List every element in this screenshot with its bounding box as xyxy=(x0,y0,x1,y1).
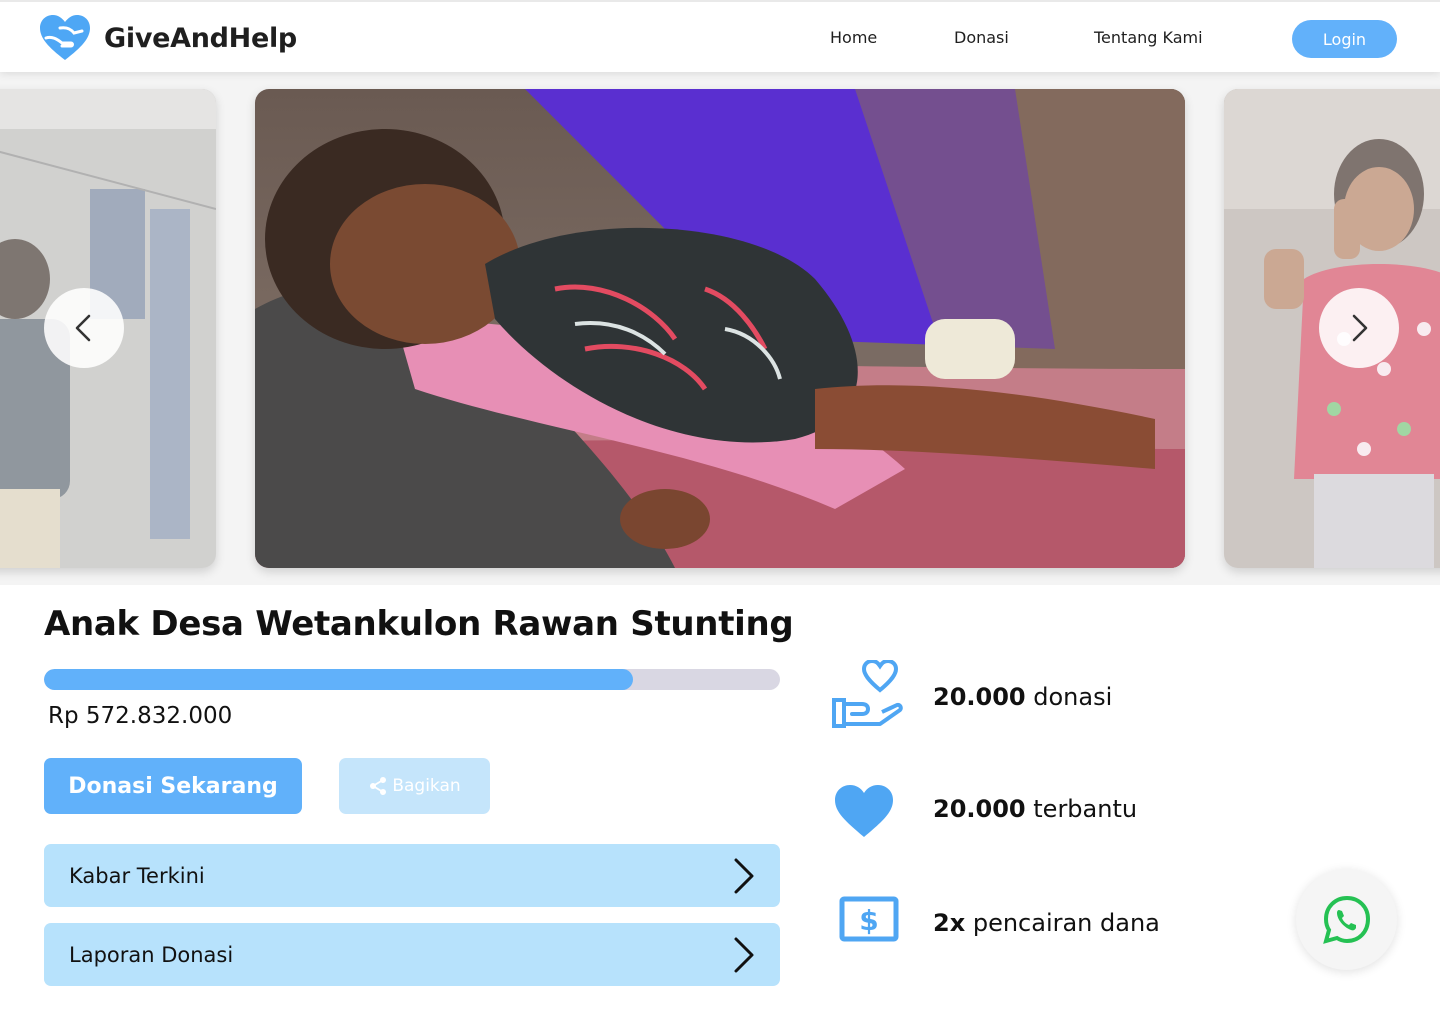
stat-beneficiaries-value: 20.000 xyxy=(933,795,1026,823)
carousel-prev-button[interactable] xyxy=(44,288,124,368)
brand-logo[interactable]: GiveAndHelp xyxy=(38,14,297,62)
stat-beneficiaries-label: terbantu xyxy=(1033,795,1138,823)
donation-report-label: Laporan Donasi xyxy=(69,942,234,967)
stat-beneficiaries: 20.000 terbantu xyxy=(933,795,1137,823)
share-button[interactable]: Bagikan xyxy=(339,758,490,814)
donation-progress-fill xyxy=(44,669,633,690)
stat-donations-value: 20.000 xyxy=(933,683,1026,711)
stat-disbursements: 2x pencairan dana xyxy=(933,909,1160,937)
chevron-right-icon xyxy=(734,937,754,972)
news-updates-accordion[interactable]: Kabar Terkini xyxy=(44,844,780,907)
carousel-next-button[interactable] xyxy=(1319,288,1399,368)
share-button-label: Bagikan xyxy=(392,776,461,796)
svg-text:$: $ xyxy=(859,904,878,937)
chevron-right-icon xyxy=(734,858,754,893)
campaign-title: Anak Desa Wetankulon Rawan Stunting xyxy=(44,604,794,644)
nav-home-link[interactable]: Home xyxy=(830,28,877,47)
stat-donations: 20.000 donasi xyxy=(933,683,1112,711)
nav-tentang-kami-link[interactable]: Tentang Kami xyxy=(1094,28,1203,47)
collected-amount: Rp 572.832.000 xyxy=(48,703,233,729)
login-button[interactable]: Login xyxy=(1292,20,1397,58)
news-updates-label: Kabar Terkini xyxy=(69,863,205,888)
chevron-left-icon xyxy=(75,314,91,342)
whatsapp-icon xyxy=(1322,895,1370,944)
stat-donations-label: donasi xyxy=(1033,683,1113,711)
heart-icon xyxy=(835,785,893,837)
heart-hands-logo-icon xyxy=(40,15,90,60)
stat-disbursements-value: 2x xyxy=(933,909,966,937)
donation-progress-bar xyxy=(44,669,780,690)
share-icon xyxy=(370,777,387,795)
donation-report-accordion[interactable]: Laporan Donasi xyxy=(44,923,780,986)
hand-heart-icon xyxy=(832,660,903,728)
donate-now-button[interactable]: Donasi Sekarang xyxy=(44,758,302,814)
cash-icon: $ xyxy=(839,896,899,942)
slide-image-stunting-child xyxy=(255,89,1185,568)
stat-disbursements-label: pencairan dana xyxy=(972,909,1160,937)
nav-donasi-link[interactable]: Donasi xyxy=(954,28,1009,47)
whatsapp-chat-button[interactable] xyxy=(1296,869,1397,970)
carousel-slide-active[interactable] xyxy=(255,89,1185,568)
top-navbar: GiveAndHelp Home Donasi Tentang Kami Log… xyxy=(0,0,1440,72)
brand-name: GiveAndHelp xyxy=(104,22,297,54)
image-carousel xyxy=(0,72,1440,585)
chevron-right-icon xyxy=(1352,314,1368,342)
